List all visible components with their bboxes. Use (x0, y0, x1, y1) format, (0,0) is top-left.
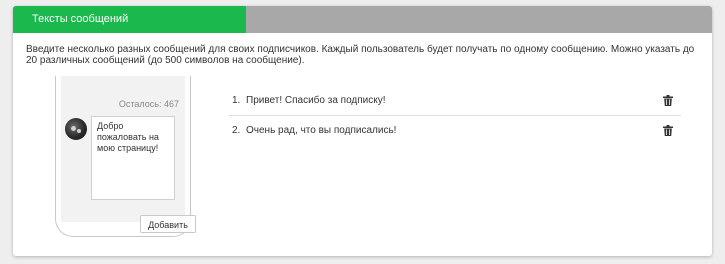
message-input[interactable]: Добро пожаловать на мою страницу! (91, 116, 175, 200)
message-list: 1. Привет! Спасибо за подписку! 2. Очень… (229, 86, 681, 145)
message-text: Очень рад, что вы подписались! (246, 125, 397, 136)
phone-preview: Осталось: 467 Добро пожаловать на мою ст… (55, 76, 196, 237)
list-item: 2. Очень рад, что вы подписались! (229, 116, 681, 145)
messages-panel: Тексты сообщений Введите несколько разны… (13, 6, 712, 256)
list-item: 1. Привет! Спасибо за подписку! (229, 86, 681, 116)
message-text: Привет! Спасибо за подписку! (246, 95, 386, 106)
phone-screen: Осталось: 467 Добро пожаловать на мою ст… (61, 76, 185, 222)
trash-icon[interactable] (663, 95, 673, 106)
message-number: 1. (232, 95, 241, 106)
tab-message-texts[interactable]: Тексты сообщений (13, 6, 246, 33)
avatar (65, 118, 87, 140)
panel-header: Тексты сообщений (13, 6, 712, 33)
trash-icon[interactable] (663, 125, 673, 136)
remaining-counter: Осталось: 467 (118, 99, 179, 109)
instructions-text: Введите несколько разных сообщений для с… (26, 44, 695, 66)
message-number: 2. (232, 125, 241, 136)
add-message-button[interactable]: Добавить (140, 215, 196, 233)
